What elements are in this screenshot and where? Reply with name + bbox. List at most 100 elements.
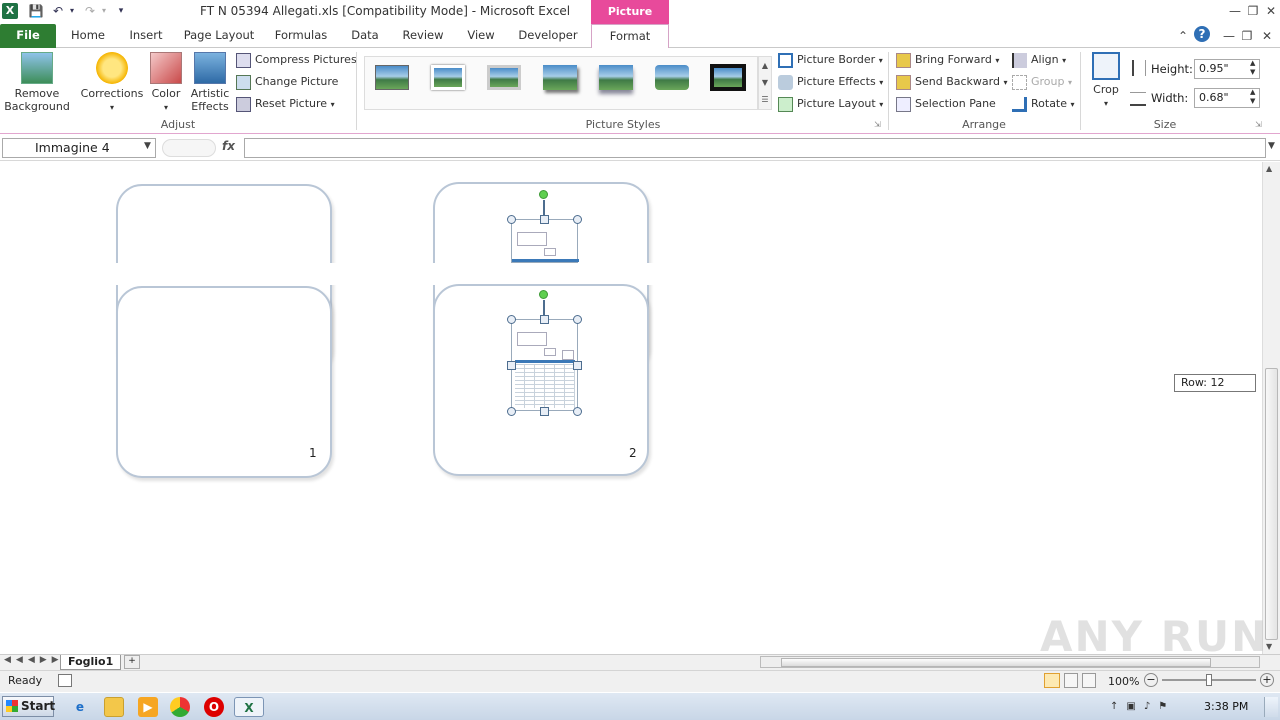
close-icon[interactable]: ✕: [1262, 2, 1280, 20]
remove-background-button[interactable]: Remove Background: [4, 52, 70, 113]
compress-pictures-button[interactable]: Compress Pictures: [236, 50, 357, 70]
rotate-button[interactable]: Rotate ▾: [1012, 94, 1075, 114]
zoom-level[interactable]: 100%: [1108, 675, 1139, 688]
sheet-tab-foglio1[interactable]: Foglio1: [60, 655, 122, 670]
group-button[interactable]: Group ▾: [1012, 72, 1072, 92]
zoom-slider-thumb[interactable]: [1206, 674, 1212, 686]
tab-insert[interactable]: Insert: [120, 24, 172, 48]
worksheet-grid[interactable]: 1 2: [0, 162, 1262, 654]
resize-handle[interactable]: [573, 315, 582, 324]
tab-review[interactable]: Review: [396, 24, 450, 48]
picture-style-3[interactable]: [482, 60, 526, 96]
gallery-scroll[interactable]: ▲ ▼ ☰: [758, 56, 772, 110]
resize-handle[interactable]: [540, 407, 549, 416]
bring-forward-button[interactable]: Bring Forward ▾: [896, 50, 999, 70]
resize-handle[interactable]: [573, 215, 582, 224]
height-spinner[interactable]: ▲ ▼: [1250, 59, 1255, 77]
save-icon[interactable]: 💾: [28, 3, 44, 19]
show-desktop-button[interactable]: [1264, 697, 1278, 717]
picture-thumbnail[interactable]: [511, 219, 579, 263]
picture-styles-launcher-icon[interactable]: ⇲: [874, 120, 881, 129]
formula-input[interactable]: [244, 138, 1266, 158]
tab-data[interactable]: Data: [342, 24, 388, 48]
expand-formula-bar-icon[interactable]: ▼: [1268, 141, 1275, 151]
redo-icon[interactable]: ↷: [82, 3, 98, 19]
restore-icon[interactable]: ❐: [1244, 2, 1262, 20]
scroll-up-icon[interactable]: ▲: [1266, 164, 1272, 173]
zoom-in-icon[interactable]: +: [1260, 673, 1274, 687]
reset-picture-button[interactable]: Reset Picture ▾: [236, 94, 335, 114]
help-icon[interactable]: ?: [1194, 26, 1210, 42]
send-backward-button[interactable]: Send Backward ▾: [896, 72, 1007, 92]
picture-border-button[interactable]: Picture Border ▾: [778, 50, 883, 70]
page-layout-view-icon[interactable]: [1064, 673, 1078, 688]
corrections-button[interactable]: Corrections ▾: [80, 52, 144, 114]
selection-pane-button[interactable]: Selection Pane: [896, 94, 996, 114]
tab-developer[interactable]: Developer: [512, 24, 584, 48]
artistic-effects-button[interactable]: Artistic Effects: [188, 52, 232, 113]
color-button[interactable]: Color ▾: [146, 52, 186, 114]
align-button[interactable]: Align ▾: [1012, 50, 1066, 70]
name-box-dropdown-icon[interactable]: ▼: [144, 141, 151, 151]
tab-view[interactable]: View: [458, 24, 504, 48]
ie-icon[interactable]: e: [70, 697, 90, 717]
resize-handle[interactable]: [507, 361, 516, 370]
resize-handle[interactable]: [540, 315, 549, 324]
picture-immagine-4[interactable]: [511, 319, 578, 411]
redo-dropdown-icon[interactable]: ▾: [100, 3, 108, 19]
picture-style-7[interactable]: [706, 60, 750, 96]
picture-effects-button[interactable]: Picture Effects ▾: [778, 72, 883, 92]
picture-layout-button[interactable]: Picture Layout ▾: [778, 94, 883, 114]
rotate-handle[interactable]: [539, 190, 548, 199]
resize-handle[interactable]: [507, 315, 516, 324]
scroll-thumb[interactable]: [1265, 368, 1278, 640]
undo-icon[interactable]: ↶: [50, 3, 66, 19]
shape-card-1[interactable]: [116, 286, 332, 478]
tab-formulas[interactable]: Formulas: [268, 24, 334, 48]
workbook-close-icon[interactable]: ✕: [1258, 27, 1276, 45]
tab-file[interactable]: File: [0, 24, 56, 48]
undo-dropdown-icon[interactable]: ▾: [68, 3, 76, 19]
tray-icons[interactable]: ↑▣♪⚑: [1110, 701, 1175, 712]
folder-icon[interactable]: [104, 697, 124, 717]
page-break-view-icon[interactable]: [1082, 673, 1096, 688]
sheet-nav-icons[interactable]: ◀◀◀▶▶: [4, 655, 64, 665]
size-launcher-icon[interactable]: ⇲: [1255, 120, 1262, 129]
picture-style-2[interactable]: [426, 60, 470, 96]
picture-style-4[interactable]: [538, 60, 582, 96]
insert-sheet-icon[interactable]: +: [124, 655, 140, 669]
picture-style-1[interactable]: [370, 60, 414, 96]
tab-page-layout[interactable]: Page Layout: [180, 24, 258, 48]
crop-button[interactable]: Crop ▾: [1088, 52, 1124, 110]
start-button[interactable]: Start: [2, 696, 55, 717]
name-box[interactable]: Immagine 4: [2, 138, 156, 158]
change-picture-button[interactable]: Change Picture: [236, 72, 338, 92]
workbook-restore-icon[interactable]: ❐: [1238, 27, 1256, 45]
minimize-icon[interactable]: —: [1226, 2, 1244, 20]
opera-icon[interactable]: O: [204, 697, 224, 717]
picture-style-5[interactable]: [594, 60, 638, 96]
minimize-ribbon-icon[interactable]: ⌃: [1174, 27, 1192, 45]
workbook-minimize-icon[interactable]: —: [1220, 27, 1238, 45]
resize-handle[interactable]: [573, 361, 582, 370]
resize-handle[interactable]: [540, 215, 549, 224]
vertical-scrollbar[interactable]: ▲ ▼: [1262, 162, 1280, 654]
excel-logo-icon[interactable]: X: [2, 3, 18, 19]
resize-handle[interactable]: [507, 407, 516, 416]
excel-taskbar-icon[interactable]: X: [234, 697, 264, 717]
normal-view-icon[interactable]: [1044, 673, 1060, 688]
resize-handle[interactable]: [507, 215, 516, 224]
resize-handle[interactable]: [573, 407, 582, 416]
macro-record-icon[interactable]: [58, 674, 72, 687]
tab-home[interactable]: Home: [62, 24, 114, 48]
tab-format[interactable]: Format: [591, 24, 669, 49]
insert-function-icon[interactable]: fx: [222, 139, 235, 153]
formula-bar-toggle[interactable]: [162, 139, 216, 157]
chrome-icon[interactable]: [170, 697, 190, 717]
rotate-handle[interactable]: [539, 290, 548, 299]
customize-qat-icon[interactable]: ▾: [116, 3, 126, 19]
width-spinner[interactable]: ▲ ▼: [1250, 88, 1255, 106]
zoom-out-icon[interactable]: −: [1144, 673, 1158, 687]
picture-style-6[interactable]: [650, 60, 694, 96]
media-player-icon[interactable]: ▶: [138, 697, 158, 717]
